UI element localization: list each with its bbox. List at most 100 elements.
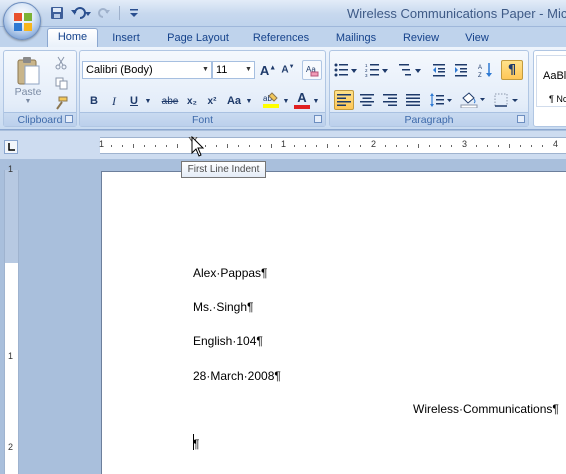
italic-button[interactable]: I bbox=[105, 91, 123, 111]
paragraph-group: 123 AZ ¶ Paragraph bbox=[329, 50, 529, 127]
multilevel-list-icon bbox=[399, 64, 421, 76]
bullets-button[interactable] bbox=[333, 61, 359, 79]
change-case-button[interactable]: Aa bbox=[223, 91, 245, 111]
align-left-icon bbox=[337, 94, 351, 106]
font-size-combo[interactable]: 11 ▼ bbox=[212, 61, 255, 79]
style-preview-sample: AaBl bbox=[543, 70, 566, 82]
bold-button[interactable]: B bbox=[85, 91, 103, 111]
tab-selector-button[interactable] bbox=[4, 140, 18, 154]
redo-icon[interactable] bbox=[96, 4, 114, 22]
horizontal-ruler[interactable]: 1 1 2 3 4 bbox=[99, 137, 566, 154]
ruler-number: 2 bbox=[8, 442, 14, 452]
align-right-button[interactable] bbox=[380, 90, 400, 110]
chevron-down-icon[interactable]: ▼ bbox=[312, 91, 320, 111]
paste-icon bbox=[17, 56, 40, 84]
left-tab-icon bbox=[8, 143, 15, 151]
align-left-button[interactable] bbox=[334, 90, 354, 110]
clipboard-dialog-launcher[interactable] bbox=[65, 115, 73, 123]
highlighter-icon: ab bbox=[263, 92, 279, 108]
tab-insert[interactable]: Insert bbox=[104, 30, 148, 47]
clear-formatting-icon: Aa bbox=[306, 65, 319, 77]
office-button[interactable] bbox=[3, 2, 41, 40]
subscript-button[interactable]: x₂ bbox=[183, 91, 201, 111]
tab-view[interactable]: View bbox=[456, 30, 498, 47]
ruler-number: 4 bbox=[553, 139, 559, 149]
font-name-combo[interactable]: Calibri (Body) ▼ bbox=[82, 61, 212, 79]
superscript-button[interactable]: x² bbox=[203, 91, 221, 111]
font-dialog-launcher[interactable] bbox=[314, 115, 322, 123]
paste-label: Paste bbox=[14, 85, 42, 98]
horizontal-ruler-row: 1 1 2 3 4 bbox=[0, 131, 566, 159]
grow-font-button[interactable]: A▲ bbox=[258, 61, 278, 79]
multilevel-list-button[interactable] bbox=[396, 61, 424, 79]
copy-button[interactable] bbox=[52, 75, 70, 91]
ruler-number: 1 bbox=[8, 351, 14, 361]
bullets-icon bbox=[334, 63, 357, 77]
ruler-number: 3 bbox=[462, 139, 468, 149]
paragraph-dialog-launcher[interactable] bbox=[517, 115, 525, 123]
font-size-value: 11 bbox=[216, 64, 228, 76]
ruler-number: 1 bbox=[8, 164, 14, 174]
chevron-down-icon[interactable]: ▼ bbox=[245, 91, 253, 111]
tab-home[interactable]: Home bbox=[47, 28, 98, 48]
svg-text:A: A bbox=[478, 65, 482, 71]
office-logo-icon bbox=[14, 13, 32, 31]
font-color-button[interactable]: A bbox=[292, 89, 312, 111]
clear-formatting-button[interactable]: Aa bbox=[302, 60, 322, 80]
undo-icon[interactable] bbox=[69, 4, 93, 22]
decrease-indent-icon bbox=[433, 64, 445, 77]
font-color-icon: A bbox=[297, 90, 307, 105]
line-spacing-button[interactable] bbox=[428, 90, 454, 110]
style-normal-preview[interactable]: AaBl ¶ Nc bbox=[536, 55, 566, 107]
font-name-value: Calibri (Body) bbox=[86, 64, 153, 76]
ruler-number: 2 bbox=[371, 139, 377, 149]
scissors-icon bbox=[55, 56, 67, 70]
qat-separator bbox=[119, 6, 120, 20]
strikethrough-button[interactable]: abe bbox=[159, 91, 181, 111]
text-cursor bbox=[193, 434, 194, 450]
tab-references[interactable]: References bbox=[245, 30, 317, 47]
tab-review[interactable]: Review bbox=[396, 30, 446, 47]
decrease-indent-button[interactable] bbox=[430, 61, 448, 79]
ribbon: Paste ▼ Clipboard Calibri (Body) ▼ 11 ▼ … bbox=[0, 47, 566, 130]
numbering-button[interactable]: 123 bbox=[363, 61, 391, 79]
font-group-label: Font bbox=[80, 112, 325, 126]
clipboard-group: Paste ▼ Clipboard bbox=[3, 50, 77, 127]
pilcrow-icon: ¶ bbox=[507, 62, 517, 78]
ruler-number: 1 bbox=[281, 139, 287, 149]
paste-button[interactable]: Paste ▼ bbox=[10, 53, 46, 107]
show-hide-formatting-button[interactable]: ¶ bbox=[501, 60, 523, 80]
font-color-swatch bbox=[294, 105, 310, 109]
chevron-down-icon[interactable]: ▼ bbox=[143, 91, 153, 111]
justify-button[interactable] bbox=[403, 90, 423, 110]
document-line: 28·March·2008¶ bbox=[193, 369, 281, 383]
chevron-down-icon: ▼ bbox=[24, 97, 32, 105]
borders-button[interactable] bbox=[492, 90, 522, 110]
shrink-font-icon: A▼ bbox=[281, 64, 295, 76]
numbering-icon: 123 bbox=[365, 63, 388, 77]
highlight-button[interactable]: ab bbox=[260, 89, 282, 111]
quick-access-toolbar bbox=[48, 3, 143, 23]
tab-mailings[interactable]: Mailings bbox=[326, 30, 386, 47]
format-painter-icon bbox=[56, 96, 68, 110]
copy-icon bbox=[55, 77, 67, 89]
document-page[interactable]: Alex·Pappas¶ Ms.·Singh¶ English·104¶ 28·… bbox=[101, 171, 566, 474]
increase-indent-button[interactable] bbox=[452, 61, 470, 79]
shading-button[interactable] bbox=[458, 90, 488, 110]
chevron-down-icon[interactable]: ▼ bbox=[282, 91, 290, 111]
shrink-font-button[interactable]: A▼ bbox=[278, 61, 298, 79]
align-right-icon bbox=[383, 94, 397, 106]
svg-text:Z: Z bbox=[478, 73, 482, 78]
save-icon[interactable] bbox=[48, 4, 66, 22]
grow-font-icon: A▲ bbox=[259, 62, 277, 78]
tab-page-layout[interactable]: Page Layout bbox=[160, 30, 236, 47]
underline-button[interactable]: U bbox=[125, 91, 143, 111]
sort-button[interactable]: AZ bbox=[476, 60, 496, 80]
customize-qat-icon[interactable] bbox=[125, 4, 143, 22]
format-painter-button[interactable] bbox=[52, 95, 70, 111]
vertical-ruler[interactable]: 1 1 2 bbox=[4, 164, 19, 474]
align-center-button[interactable] bbox=[357, 90, 377, 110]
cut-button[interactable] bbox=[52, 55, 70, 71]
ruler-top-margin bbox=[5, 170, 18, 263]
font-group: Calibri (Body) ▼ 11 ▼ A▲ A▼ Aa B I U ▼ a… bbox=[79, 50, 326, 127]
